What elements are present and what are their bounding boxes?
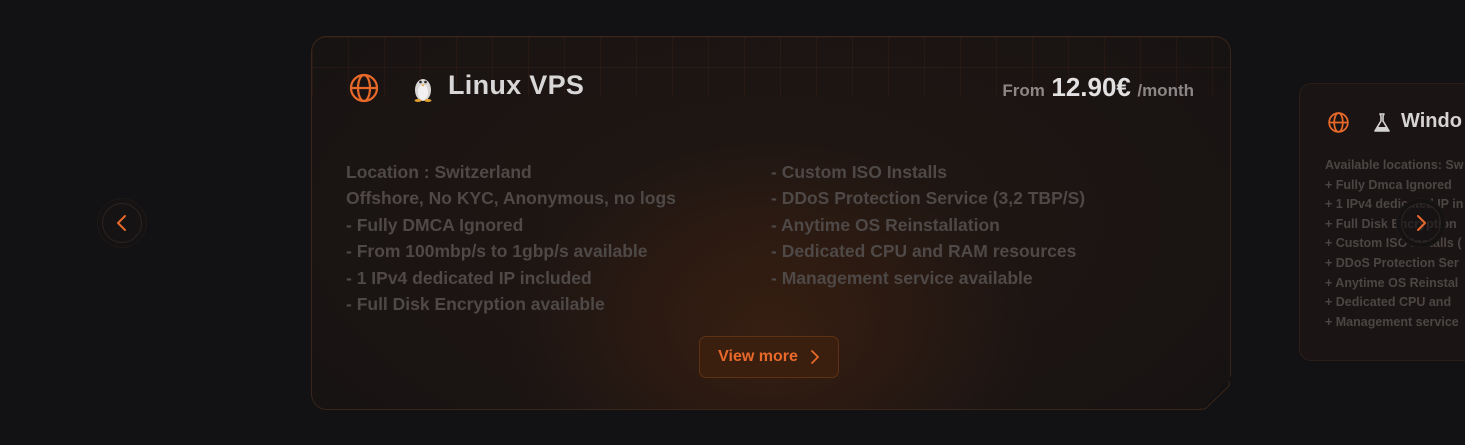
carousel-next-button[interactable] [1401,203,1441,243]
feature-item: Available locations: Sw [1325,158,1464,172]
vps-carousel: Linux VPS From 12.90€ /month Location : … [0,0,1465,445]
windows-icon [1374,113,1390,132]
plan-title: Linux VPS [448,70,585,100]
feature-list-left: Location : Switzerland Offshore, No KYC,… [346,159,676,317]
feature-item: - Fully DMCA Ignored [346,214,524,235]
feature-item: + Full Disk Encryption [1325,216,1457,231]
chevron-right-icon [810,350,819,364]
feature-item: - Management service available [771,267,1033,288]
feature-item: - DDoS Protection Service (3,2 TBP/S) [771,188,1086,209]
feature-item: + Management service [1325,314,1459,329]
feature-item: - Anytime OS Reinstallation [771,214,1000,235]
view-more-button[interactable]: View more [699,336,839,378]
chevron-left-icon [117,215,126,231]
side-feature-list: Available locations: Sw + Fully Dmca Ign… [1325,156,1463,332]
price-prefix: From [1002,81,1045,100]
feature-item: - Dedicated CPU and RAM resources [771,241,1077,262]
view-more-label: View more [718,348,798,365]
feature-item: - 1 IPv4 dedicated IP included [346,267,592,288]
feature-item: + Fully Dmca Ignored [1325,177,1452,192]
linux-penguin-icon [414,79,432,102]
globe-icon [1328,112,1349,133]
feature-item: - From 100mbp/s to 1gbp/s available [346,241,648,262]
feature-item: + 1 IPv4 dedicated IP in [1325,197,1464,212]
feature-item: + Dedicated CPU and [1325,295,1452,310]
feature-item: + Anytime OS Reinstal [1325,275,1459,290]
feature-list-right: - Custom ISO Installs - DDoS Protection … [771,159,1085,291]
feature-item: + Custom ISO Installs ( [1325,236,1462,251]
globe-icon [349,73,379,103]
feature-item: Offshore, No KYC, Anonymous, no logs [346,188,676,209]
price-suffix: /month [1137,81,1194,100]
side-plan-title: Windo [1401,110,1462,132]
carousel-prev-button[interactable] [102,203,142,243]
feature-item: + DDoS Protection Ser [1325,255,1459,270]
feature-item: - Custom ISO Installs [771,162,947,182]
plan-price: From 12.90€ /month [1002,72,1194,103]
chevron-right-icon [1417,215,1426,231]
feature-item: Location : Switzerland [346,162,532,182]
feature-item: - Full Disk Encryption available [346,294,605,315]
price-amount: 12.90€ [1051,72,1131,102]
